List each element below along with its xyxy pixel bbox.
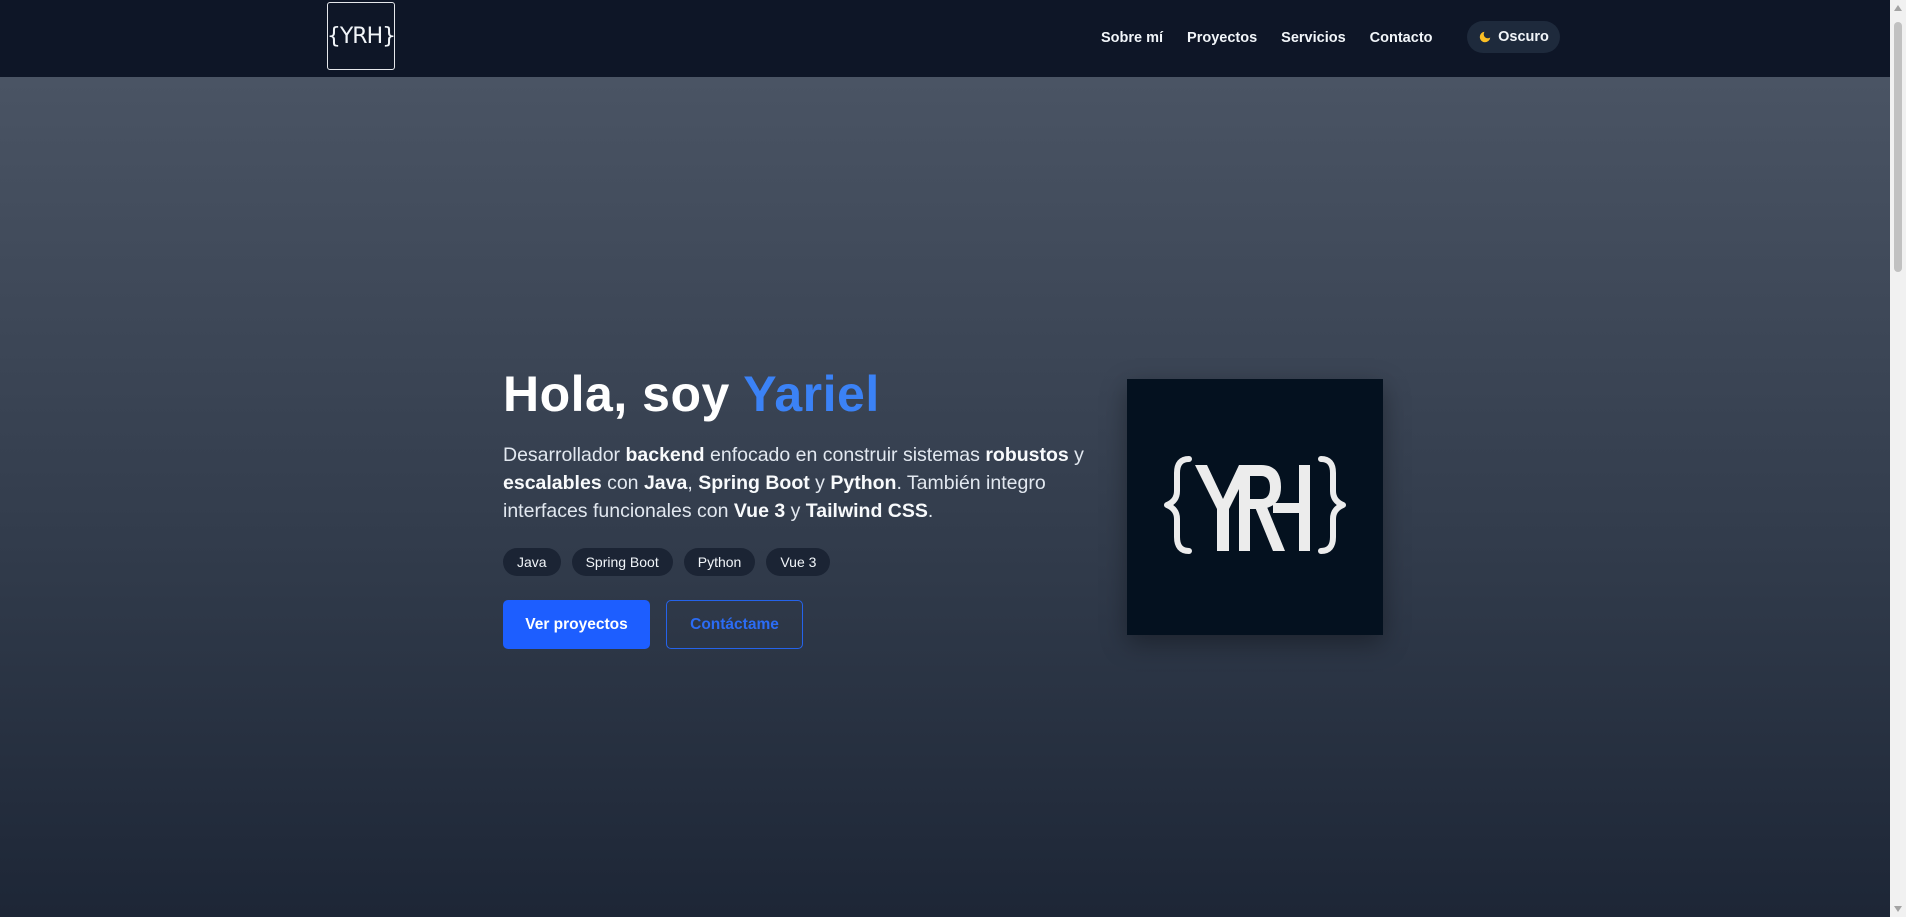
nav-link-proyectos[interactable]: Proyectos <box>1187 30 1257 46</box>
view-projects-button[interactable]: Ver proyectos <box>503 600 650 649</box>
desc-text: y <box>809 472 831 494</box>
desc-highlight: Python <box>830 472 897 494</box>
moon-icon <box>1479 31 1491 43</box>
tag-spring-boot: Spring Boot <box>571 548 673 576</box>
desc-highlight: robustos <box>985 444 1069 466</box>
tag-python: Python <box>683 548 756 576</box>
site-logo[interactable]: {YRH} <box>326 2 396 70</box>
top-navbar: {YRH} Sobre mí Proyectos Servicios Conta… <box>0 0 1890 78</box>
desc-highlight: Java <box>643 472 688 494</box>
contact-me-button[interactable]: Contáctame <box>666 600 803 649</box>
skill-tags: Java Spring Boot Python Vue 3 <box>503 548 831 576</box>
scroll-up-arrow-icon[interactable] <box>1894 5 1902 11</box>
desc-highlight: Tailwind CSS <box>805 500 928 522</box>
desc-text: Desarrollador <box>503 444 626 466</box>
nav-link-sobre-mi[interactable]: Sobre mí <box>1101 30 1163 46</box>
scroll-down-arrow-icon[interactable] <box>1894 906 1902 912</box>
desc-text: y <box>785 500 806 522</box>
scrollbar-thumb[interactable] <box>1894 22 1902 272</box>
nav-link-contacto[interactable]: Contacto <box>1370 30 1433 46</box>
hero-title-prefix: Hola, soy <box>503 366 744 422</box>
theme-toggle-button[interactable]: Oscuro <box>1467 21 1560 53</box>
desc-text: con <box>601 472 644 494</box>
desc-highlight: Spring Boot <box>698 472 810 494</box>
main-nav: Sobre mí Proyectos Servicios Contacto <box>1101 0 1457 75</box>
hero-title: Hola, soy Yariel <box>503 365 880 423</box>
page-scrollbar[interactable] <box>1890 0 1906 917</box>
desc-highlight: escalables <box>503 472 602 494</box>
desc-text: . <box>927 500 934 522</box>
tag-java: Java <box>503 548 561 576</box>
desc-highlight: Vue 3 <box>733 500 786 522</box>
hero-description: Desarrollador backend enfocado en constr… <box>503 441 1093 525</box>
hero-title-name: Yariel <box>743 366 880 422</box>
desc-text: enfocado en construir sistemas <box>704 444 986 466</box>
theme-toggle-label: Oscuro <box>1498 29 1549 45</box>
tag-vue-3: Vue 3 <box>766 548 831 576</box>
desc-text: , <box>687 472 699 494</box>
nav-link-servicios[interactable]: Servicios <box>1281 30 1346 46</box>
hero-logo-image <box>1127 379 1383 635</box>
yrh-logo-graphic <box>1164 456 1346 554</box>
desc-text: y <box>1068 444 1084 466</box>
logo-text: {YRH} <box>326 23 396 49</box>
desc-highlight: backend <box>625 444 705 466</box>
